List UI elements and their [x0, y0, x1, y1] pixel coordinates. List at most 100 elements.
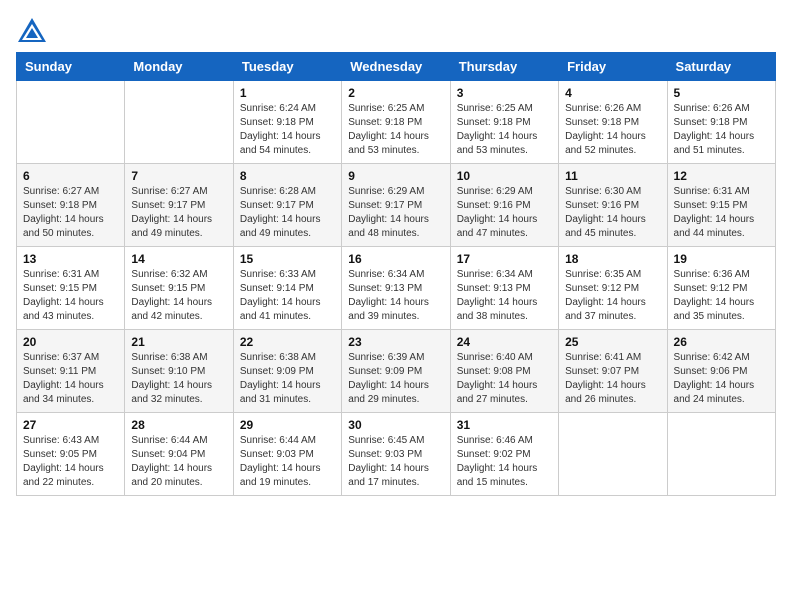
calendar-cell: 22 Sunrise: 6:38 AMSunset: 9:09 PMDayligh…: [233, 330, 341, 413]
day-number: 11: [565, 169, 660, 183]
calendar-cell: 18 Sunrise: 6:35 AMSunset: 9:12 PMDayligh…: [559, 247, 667, 330]
calendar-cell: 7Sunrise: 6:27 AMSunset: 9:17 PMDaylight…: [125, 164, 233, 247]
day-number: 21: [131, 335, 226, 349]
calendar-cell: 2 Sunrise: 6:25 AMSunset: 9:18 PMDaylight…: [342, 81, 450, 164]
calendar-cell: 21 Sunrise: 6:38 AMSunset: 9:10 PMDayligh…: [125, 330, 233, 413]
day-number: 19: [674, 252, 769, 266]
calendar-week-3: 13 Sunrise: 6:31 AMSunset: 9:15 PMDayligh…: [17, 247, 776, 330]
day-info: Sunrise: 6:44 AMSunset: 9:03 PMDaylight:…: [240, 434, 335, 490]
calendar-cell: 14 Sunrise: 6:32 AMSunset: 9:15 PMDayligh…: [125, 247, 233, 330]
day-info: Sunrise: 6:46 AMSunset: 9:02 PMDaylight:…: [457, 434, 552, 490]
day-number: 6: [23, 169, 118, 183]
day-number: 29: [240, 418, 335, 432]
calendar-cell: 20 Sunrise: 6:37 AMSunset: 9:11 PMDayligh…: [17, 330, 125, 413]
calendar-cell: 10Sunrise: 6:29 AMSunset: 9:16 PMDayligh…: [450, 164, 558, 247]
day-info: Sunrise: 6:40 AMSunset: 9:08 PMDaylight:…: [457, 351, 552, 407]
weekday-header-tuesday: Tuesday: [233, 53, 341, 81]
calendar-cell: [559, 413, 667, 496]
calendar-cell: 19 Sunrise: 6:36 AMSunset: 9:12 PMDayligh…: [667, 247, 775, 330]
day-number: 10: [457, 169, 552, 183]
day-number: 28: [131, 418, 226, 432]
weekday-header-wednesday: Wednesday: [342, 53, 450, 81]
day-info: Sunrise: 6:38 AMSunset: 9:10 PMDaylight:…: [131, 351, 226, 407]
weekday-header-sunday: Sunday: [17, 53, 125, 81]
calendar-cell: 5 Sunrise: 6:26 AMSunset: 9:18 PMDaylight…: [667, 81, 775, 164]
calendar-header-row: SundayMondayTuesdayWednesdayThursdayFrid…: [17, 53, 776, 81]
day-info: Sunrise: 6:30 AMSunset: 9:16 PMDaylight:…: [565, 185, 660, 241]
day-number: 24: [457, 335, 552, 349]
calendar-cell: 28 Sunrise: 6:44 AMSunset: 9:04 PMDayligh…: [125, 413, 233, 496]
day-number: 27: [23, 418, 118, 432]
logo-icon: [16, 16, 48, 44]
calendar-week-2: 6Sunrise: 6:27 AMSunset: 9:18 PMDaylight…: [17, 164, 776, 247]
day-info: Sunrise: 6:34 AMSunset: 9:13 PMDaylight:…: [457, 268, 552, 324]
day-number: 14: [131, 252, 226, 266]
calendar-cell: 24 Sunrise: 6:40 AMSunset: 9:08 PMDayligh…: [450, 330, 558, 413]
day-info: Sunrise: 6:33 AMSunset: 9:14 PMDaylight:…: [240, 268, 335, 324]
day-number: 25: [565, 335, 660, 349]
day-number: 8: [240, 169, 335, 183]
calendar-cell: 25 Sunrise: 6:41 AMSunset: 9:07 PMDayligh…: [559, 330, 667, 413]
calendar-cell: 15 Sunrise: 6:33 AMSunset: 9:14 PMDayligh…: [233, 247, 341, 330]
day-number: 30: [348, 418, 443, 432]
calendar-cell: 4 Sunrise: 6:26 AMSunset: 9:18 PMDaylight…: [559, 81, 667, 164]
day-number: 3: [457, 86, 552, 100]
calendar-cell: 17 Sunrise: 6:34 AMSunset: 9:13 PMDayligh…: [450, 247, 558, 330]
day-number: 15: [240, 252, 335, 266]
day-number: 31: [457, 418, 552, 432]
calendar-week-5: 27 Sunrise: 6:43 AMSunset: 9:05 PMDayligh…: [17, 413, 776, 496]
weekday-header-monday: Monday: [125, 53, 233, 81]
day-number: 2: [348, 86, 443, 100]
day-info: Sunrise: 6:26 AMSunset: 9:18 PMDaylight:…: [674, 102, 769, 158]
day-number: 20: [23, 335, 118, 349]
calendar-cell: 12Sunrise: 6:31 AMSunset: 9:15 PMDayligh…: [667, 164, 775, 247]
day-info: Sunrise: 6:31 AMSunset: 9:15 PMDaylight:…: [23, 268, 118, 324]
day-number: 4: [565, 86, 660, 100]
day-info: Sunrise: 6:36 AMSunset: 9:12 PMDaylight:…: [674, 268, 769, 324]
day-number: 16: [348, 252, 443, 266]
calendar-week-4: 20 Sunrise: 6:37 AMSunset: 9:11 PMDayligh…: [17, 330, 776, 413]
day-info: Sunrise: 6:32 AMSunset: 9:15 PMDaylight:…: [131, 268, 226, 324]
calendar-cell: 26Sunrise: 6:42 AMSunset: 9:06 PMDayligh…: [667, 330, 775, 413]
day-number: 1: [240, 86, 335, 100]
day-info: Sunrise: 6:39 AMSunset: 9:09 PMDaylight:…: [348, 351, 443, 407]
day-info: Sunrise: 6:44 AMSunset: 9:04 PMDaylight:…: [131, 434, 226, 490]
day-number: 22: [240, 335, 335, 349]
day-info: Sunrise: 6:35 AMSunset: 9:12 PMDaylight:…: [565, 268, 660, 324]
logo: [16, 16, 52, 44]
calendar-cell: [125, 81, 233, 164]
calendar-cell: 1 Sunrise: 6:24 AMSunset: 9:18 PMDaylight…: [233, 81, 341, 164]
day-info: Sunrise: 6:26 AMSunset: 9:18 PMDaylight:…: [565, 102, 660, 158]
calendar-cell: 11 Sunrise: 6:30 AMSunset: 9:16 PMDayligh…: [559, 164, 667, 247]
day-number: 7: [131, 169, 226, 183]
day-number: 18: [565, 252, 660, 266]
day-number: 13: [23, 252, 118, 266]
calendar-cell: [667, 413, 775, 496]
calendar-table: SundayMondayTuesdayWednesdayThursdayFrid…: [16, 52, 776, 496]
calendar-cell: 31 Sunrise: 6:46 AMSunset: 9:02 PMDayligh…: [450, 413, 558, 496]
day-info: Sunrise: 6:38 AMSunset: 9:09 PMDaylight:…: [240, 351, 335, 407]
day-info: Sunrise: 6:41 AMSunset: 9:07 PMDaylight:…: [565, 351, 660, 407]
day-info: Sunrise: 6:43 AMSunset: 9:05 PMDaylight:…: [23, 434, 118, 490]
day-number: 12: [674, 169, 769, 183]
calendar-cell: 8 Sunrise: 6:28 AMSunset: 9:17 PMDaylight…: [233, 164, 341, 247]
calendar-cell: [17, 81, 125, 164]
day-info: Sunrise: 6:28 AMSunset: 9:17 PMDaylight:…: [240, 185, 335, 241]
page-header: [16, 16, 776, 44]
day-number: 17: [457, 252, 552, 266]
calendar-cell: 6Sunrise: 6:27 AMSunset: 9:18 PMDaylight…: [17, 164, 125, 247]
calendar-cell: 13 Sunrise: 6:31 AMSunset: 9:15 PMDayligh…: [17, 247, 125, 330]
day-info: Sunrise: 6:25 AMSunset: 9:18 PMDaylight:…: [457, 102, 552, 158]
weekday-header-friday: Friday: [559, 53, 667, 81]
day-info: Sunrise: 6:29 AMSunset: 9:17 PMDaylight:…: [348, 185, 443, 241]
day-number: 5: [674, 86, 769, 100]
weekday-header-saturday: Saturday: [667, 53, 775, 81]
day-number: 23: [348, 335, 443, 349]
calendar-week-1: 1 Sunrise: 6:24 AMSunset: 9:18 PMDaylight…: [17, 81, 776, 164]
day-info: Sunrise: 6:37 AMSunset: 9:11 PMDaylight:…: [23, 351, 118, 407]
day-info: Sunrise: 6:45 AMSunset: 9:03 PMDaylight:…: [348, 434, 443, 490]
day-info: Sunrise: 6:25 AMSunset: 9:18 PMDaylight:…: [348, 102, 443, 158]
day-info: Sunrise: 6:42 AMSunset: 9:06 PMDaylight:…: [674, 351, 769, 407]
day-info: Sunrise: 6:24 AMSunset: 9:18 PMDaylight:…: [240, 102, 335, 158]
calendar-cell: 16Sunrise: 6:34 AMSunset: 9:13 PMDayligh…: [342, 247, 450, 330]
